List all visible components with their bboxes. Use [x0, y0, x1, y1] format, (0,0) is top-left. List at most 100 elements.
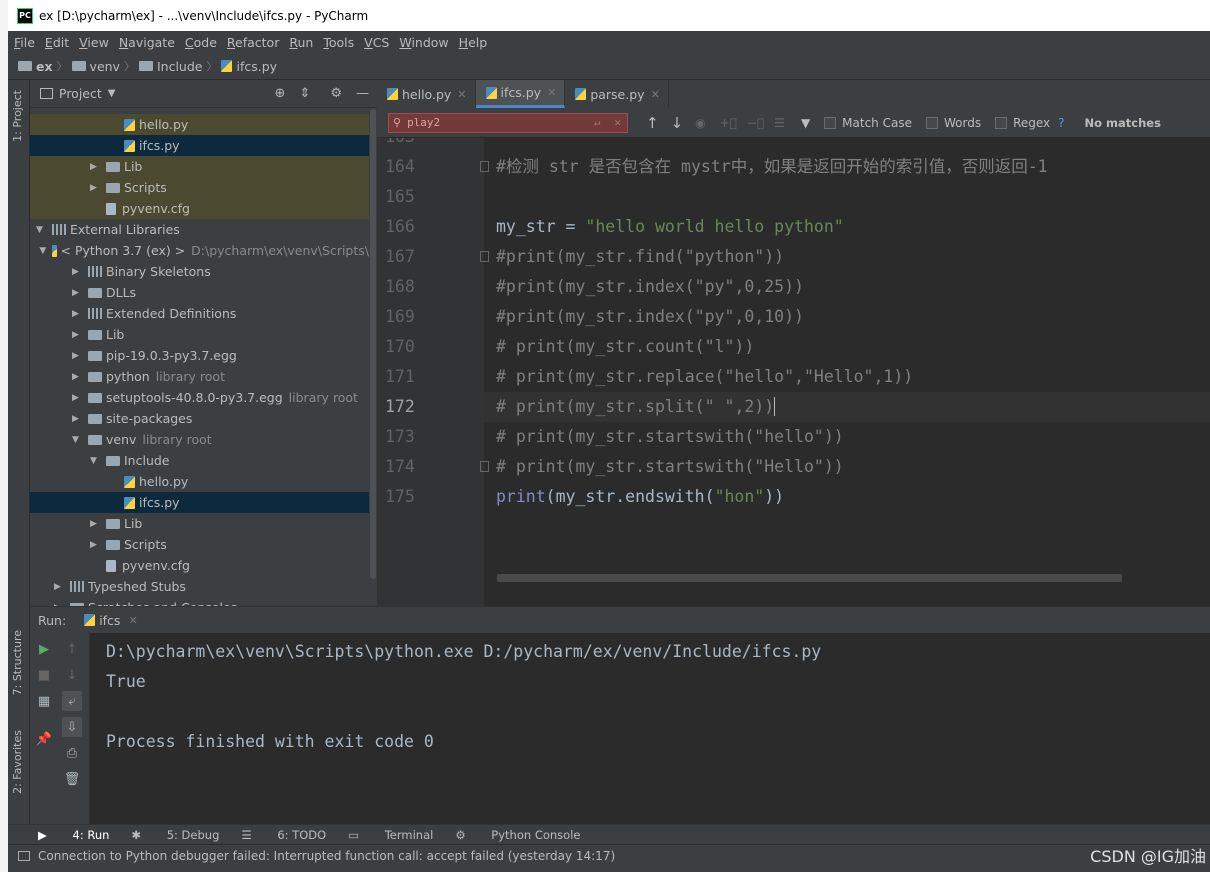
locate-icon[interactable]: ⊕	[275, 86, 286, 101]
regex-help-link[interactable]: ?	[1058, 116, 1064, 130]
tree-item[interactable]: ▶ site-packages	[30, 408, 369, 429]
next-occurrence-icon[interactable]: ↓	[671, 114, 684, 132]
tree-item[interactable]: ▶ Typeshed Stubs	[30, 576, 369, 597]
tree-item[interactable]: ifcs.py	[30, 135, 369, 156]
stop-icon[interactable]: ■	[34, 665, 54, 685]
code-line[interactable]: #print(my_str.index("py",0,25))	[496, 272, 804, 302]
chevron-right-icon[interactable]: ▶	[54, 582, 64, 592]
menu-file[interactable]: File	[14, 35, 35, 50]
add-occurrence-icon[interactable]: +⃞	[720, 116, 737, 130]
chevron-right-icon[interactable]: ▶	[90, 519, 100, 529]
menu-navigate[interactable]: Navigate	[119, 35, 175, 50]
bottom-tab-2[interactable]: ☰ 6: TODO	[241, 828, 326, 842]
hide-icon[interactable]: —	[356, 86, 369, 101]
select-all-occurrences-icon[interactable]: ☰	[774, 116, 785, 130]
tab-favorites[interactable]: 2: Favorites	[11, 730, 24, 794]
layout-icon[interactable]: ▦	[34, 691, 54, 711]
tree-item[interactable]: hello.py	[30, 471, 369, 492]
chevron-right-icon[interactable]: ▶	[90, 183, 100, 193]
console-output[interactable]: D:\pycharm\ex\venv\Scripts\python.exe D:…	[106, 637, 821, 757]
close-icon[interactable]: ✕	[457, 88, 466, 101]
chevron-down-icon[interactable]: ▼	[39, 246, 46, 256]
run-config-tab[interactable]: ifcs	[99, 613, 120, 628]
chevron-right-icon[interactable]: ▶	[72, 309, 82, 319]
tree-item[interactable]: ▶ Scripts	[30, 177, 369, 198]
menu-tools[interactable]: Tools	[323, 35, 354, 50]
menu-window[interactable]: Window	[399, 35, 448, 50]
chevron-right-icon[interactable]: ▶	[72, 414, 82, 424]
code-line[interactable]: #检测 str 是否包含在 mystr中，如果是返回开始的索引值，否则返回-1	[496, 152, 1048, 182]
tree-item[interactable]: ▶ Lib	[30, 513, 369, 534]
menu-refactor[interactable]: Refactor	[227, 35, 279, 50]
soft-wrap-icon[interactable]: ⤶	[62, 691, 82, 711]
tab-ifcs-py[interactable]: ifcs.py ✕	[475, 80, 566, 108]
fold-marker-icon[interactable]	[480, 461, 489, 472]
tree-item[interactable]: ▼ External Libraries	[30, 219, 369, 240]
tree-item[interactable]: ▶ Binary Skeletons	[30, 261, 369, 282]
remove-occurrence-icon[interactable]: −⃞	[747, 116, 764, 130]
newline-icon[interactable]: ↵	[594, 116, 601, 129]
rerun-icon[interactable]: ▶	[34, 639, 54, 659]
chevron-down-icon[interactable]: ▼	[90, 456, 100, 466]
menu-help[interactable]: Help	[459, 35, 488, 50]
regex-checkbox[interactable]	[995, 116, 1008, 129]
tree-item[interactable]: ▶ DLLs	[30, 282, 369, 303]
chevron-right-icon[interactable]: ▶	[72, 393, 82, 403]
tree-item[interactable]: pyvenv.cfg	[30, 555, 369, 576]
breadcrumb-venv[interactable]: venv 〉	[71, 58, 139, 74]
chevron-right-icon[interactable]: ▶	[72, 351, 82, 361]
chevron-down-icon[interactable]: ▼	[108, 88, 116, 99]
bottom-tab-1[interactable]: ✱ 5: Debug	[131, 828, 219, 842]
code-line[interactable]: # print(my_str.replace("hello","Hello",1…	[496, 362, 913, 392]
tree-item[interactable]: ▶ setuptools-40.8.0-py3.7.egg library root	[30, 387, 369, 408]
chevron-right-icon[interactable]: ▶	[72, 372, 82, 382]
clear-icon[interactable]: ✕	[614, 116, 621, 129]
fold-marker-icon[interactable]	[480, 161, 489, 172]
chevron-right-icon[interactable]: ▶	[72, 288, 82, 298]
tree-item[interactable]: ▶ pip-19.0.3-py3.7.egg	[30, 345, 369, 366]
tree-item[interactable]: ifcs.py	[30, 492, 369, 513]
chevron-right-icon[interactable]: ▶	[90, 162, 100, 172]
tab-hello-py[interactable]: hello.py ✕	[377, 80, 476, 108]
breadcrumb-file[interactable]: ifcs.py	[221, 59, 277, 74]
close-icon[interactable]: ✕	[128, 614, 137, 627]
close-icon[interactable]: ✕	[547, 86, 556, 99]
code-area[interactable]: 163 164 #检测 str 是否包含在 mystr中，如果是返回开始的索引值，否…	[377, 138, 1210, 606]
menu-vcs[interactable]: VCS	[364, 35, 389, 50]
gear-icon[interactable]: ⚙	[330, 86, 342, 101]
find-all-icon[interactable]: ◉	[695, 116, 705, 130]
tree-item[interactable]: ▶ Extended Definitions	[30, 303, 369, 324]
fold-marker-icon[interactable]	[480, 251, 489, 262]
code-line[interactable]: # print(my_str.split(" ",2))	[496, 392, 776, 422]
tab-structure[interactable]: 7: Structure	[11, 630, 24, 695]
chevron-down-icon[interactable]: ▼	[36, 225, 46, 235]
chevron-right-icon[interactable]: ▶	[72, 330, 82, 340]
collapse-all-icon[interactable]: ⇕	[299, 86, 310, 101]
code-line[interactable]: print(my_str.endswith("hon"))	[496, 482, 784, 512]
bottom-tab-3[interactable]: ▭ Terminal	[348, 828, 433, 842]
menu-code[interactable]: Code	[185, 35, 217, 50]
tree-item[interactable]: hello.py	[30, 114, 369, 135]
search-input[interactable]: ⚲ play2 ↵ ✕	[388, 112, 628, 133]
tree-item[interactable]: ▼ < Python 3.7 (ex) > D:\pycharm\ex\venv\S…	[30, 240, 369, 261]
tree-item[interactable]: ▶ Scripts	[30, 534, 369, 555]
tab-parse-py[interactable]: parse.py ✕	[565, 80, 669, 108]
project-title[interactable]: Project	[59, 86, 102, 101]
chevron-right-icon[interactable]: ▶	[90, 540, 100, 550]
code-line[interactable]: #print(my_str.index("py",0,10))	[496, 302, 804, 332]
words-checkbox[interactable]	[925, 116, 938, 129]
breadcrumb-ex[interactable]: ex 〉	[18, 58, 72, 74]
bottom-tab-4[interactable]: ⚙ Python Console	[455, 828, 580, 842]
code-line[interactable]: #print(my_str.find("python"))	[496, 242, 784, 272]
tree-item[interactable]: ▶ python library root	[30, 366, 369, 387]
down-icon[interactable]: ↓	[62, 665, 82, 685]
chevron-down-icon[interactable]: ▼	[72, 435, 82, 445]
code-line[interactable]: # print(my_str.count("l"))	[496, 332, 754, 362]
filter-icon[interactable]: ▼	[801, 116, 810, 130]
tool-windows-icon[interactable]	[18, 850, 30, 861]
up-icon[interactable]: ↑	[62, 639, 82, 659]
horizontal-scrollbar[interactable]	[497, 574, 1122, 582]
trash-icon[interactable]: 🗑	[62, 769, 82, 789]
menu-run[interactable]: Run	[289, 35, 313, 50]
chevron-right-icon[interactable]: ▶	[72, 267, 82, 277]
